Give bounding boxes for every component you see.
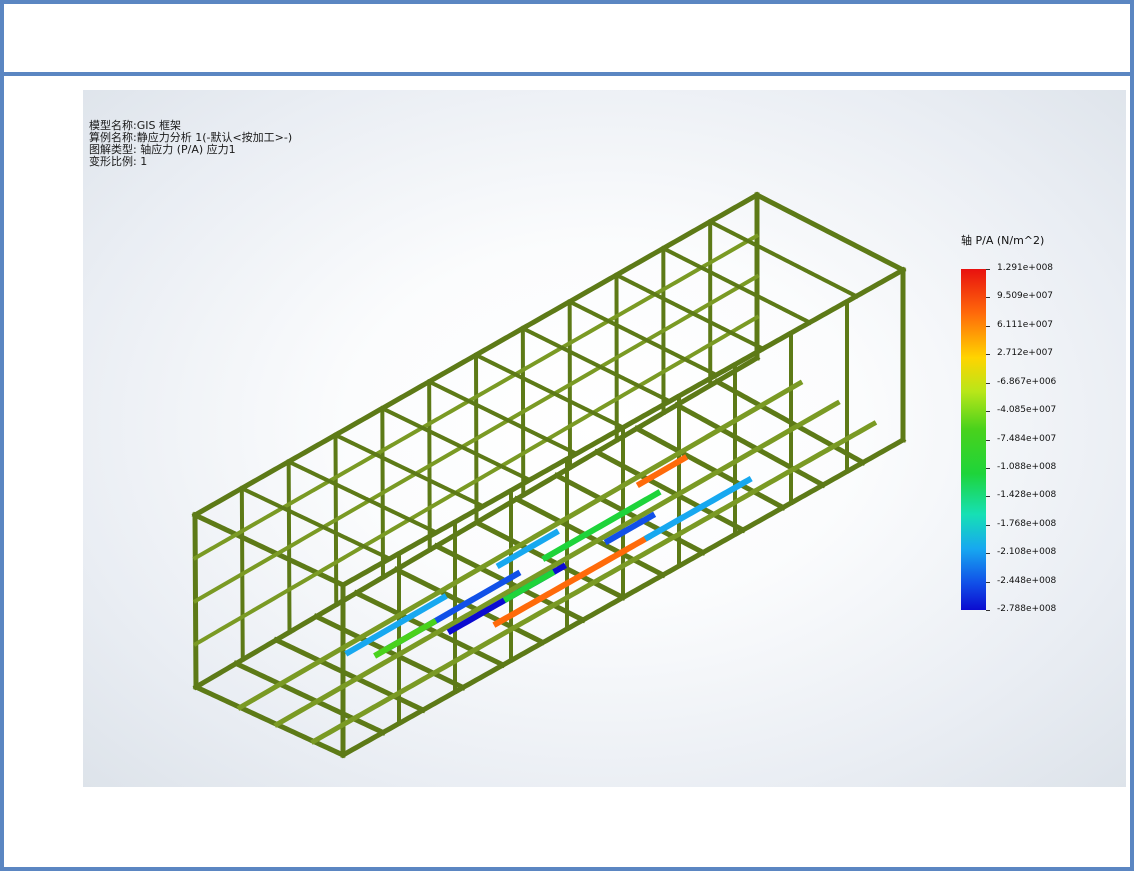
legend-tick-mark bbox=[986, 297, 990, 299]
top-panel bbox=[0, 0, 1134, 76]
legend-tick-mark bbox=[986, 382, 990, 384]
legend-value-6: -7.484e+007 bbox=[997, 433, 1057, 444]
legend-value-5: -4.085e+007 bbox=[997, 405, 1057, 416]
legend-tick-mark bbox=[986, 581, 990, 583]
legend-tick-mark bbox=[986, 524, 990, 526]
legend-value-3: 2.712e+007 bbox=[997, 348, 1054, 359]
legend-value-12: -2.788e+008 bbox=[997, 604, 1057, 614]
legend-value-1: 9.509e+007 bbox=[997, 291, 1054, 302]
legend-tick-mark bbox=[986, 325, 990, 327]
legend-tick-mark bbox=[986, 411, 990, 413]
legend-tick-mark bbox=[986, 553, 990, 555]
legend-title: 轴 P/A (N/m^2) bbox=[961, 234, 1045, 247]
legend-tick-mark bbox=[986, 496, 990, 498]
legend-value-8: -1.428e+008 bbox=[997, 490, 1057, 501]
stress-legend: 轴 P/A (N/m^2) 1.291e+008 9.509e+007 6.111e… bbox=[83, 90, 1126, 787]
legend-value-9: -1.768e+008 bbox=[997, 518, 1057, 529]
legend-tick-mark bbox=[986, 269, 990, 270]
legend-value-4: -6.867e+006 bbox=[997, 376, 1057, 387]
legend-tick-mark bbox=[986, 439, 990, 441]
legend-value-7: -1.088e+008 bbox=[997, 461, 1057, 472]
legend-colorbar bbox=[961, 269, 986, 610]
legend-tick-mark bbox=[986, 610, 990, 611]
legend-tick-mark bbox=[986, 467, 990, 469]
simulation-viewport[interactable]: 模型名称:GIS 框架 算例名称:静应力分析 1(-默认<按加工>-) 图解类型… bbox=[83, 90, 1126, 787]
legend-value-2: 6.111e+007 bbox=[997, 319, 1054, 330]
legend-value-11: -2.448e+008 bbox=[997, 575, 1057, 586]
legend-value-10: -2.108e+008 bbox=[997, 547, 1057, 558]
legend-tick-mark bbox=[986, 354, 990, 356]
legend-value-0: 1.291e+008 bbox=[997, 263, 1054, 273]
